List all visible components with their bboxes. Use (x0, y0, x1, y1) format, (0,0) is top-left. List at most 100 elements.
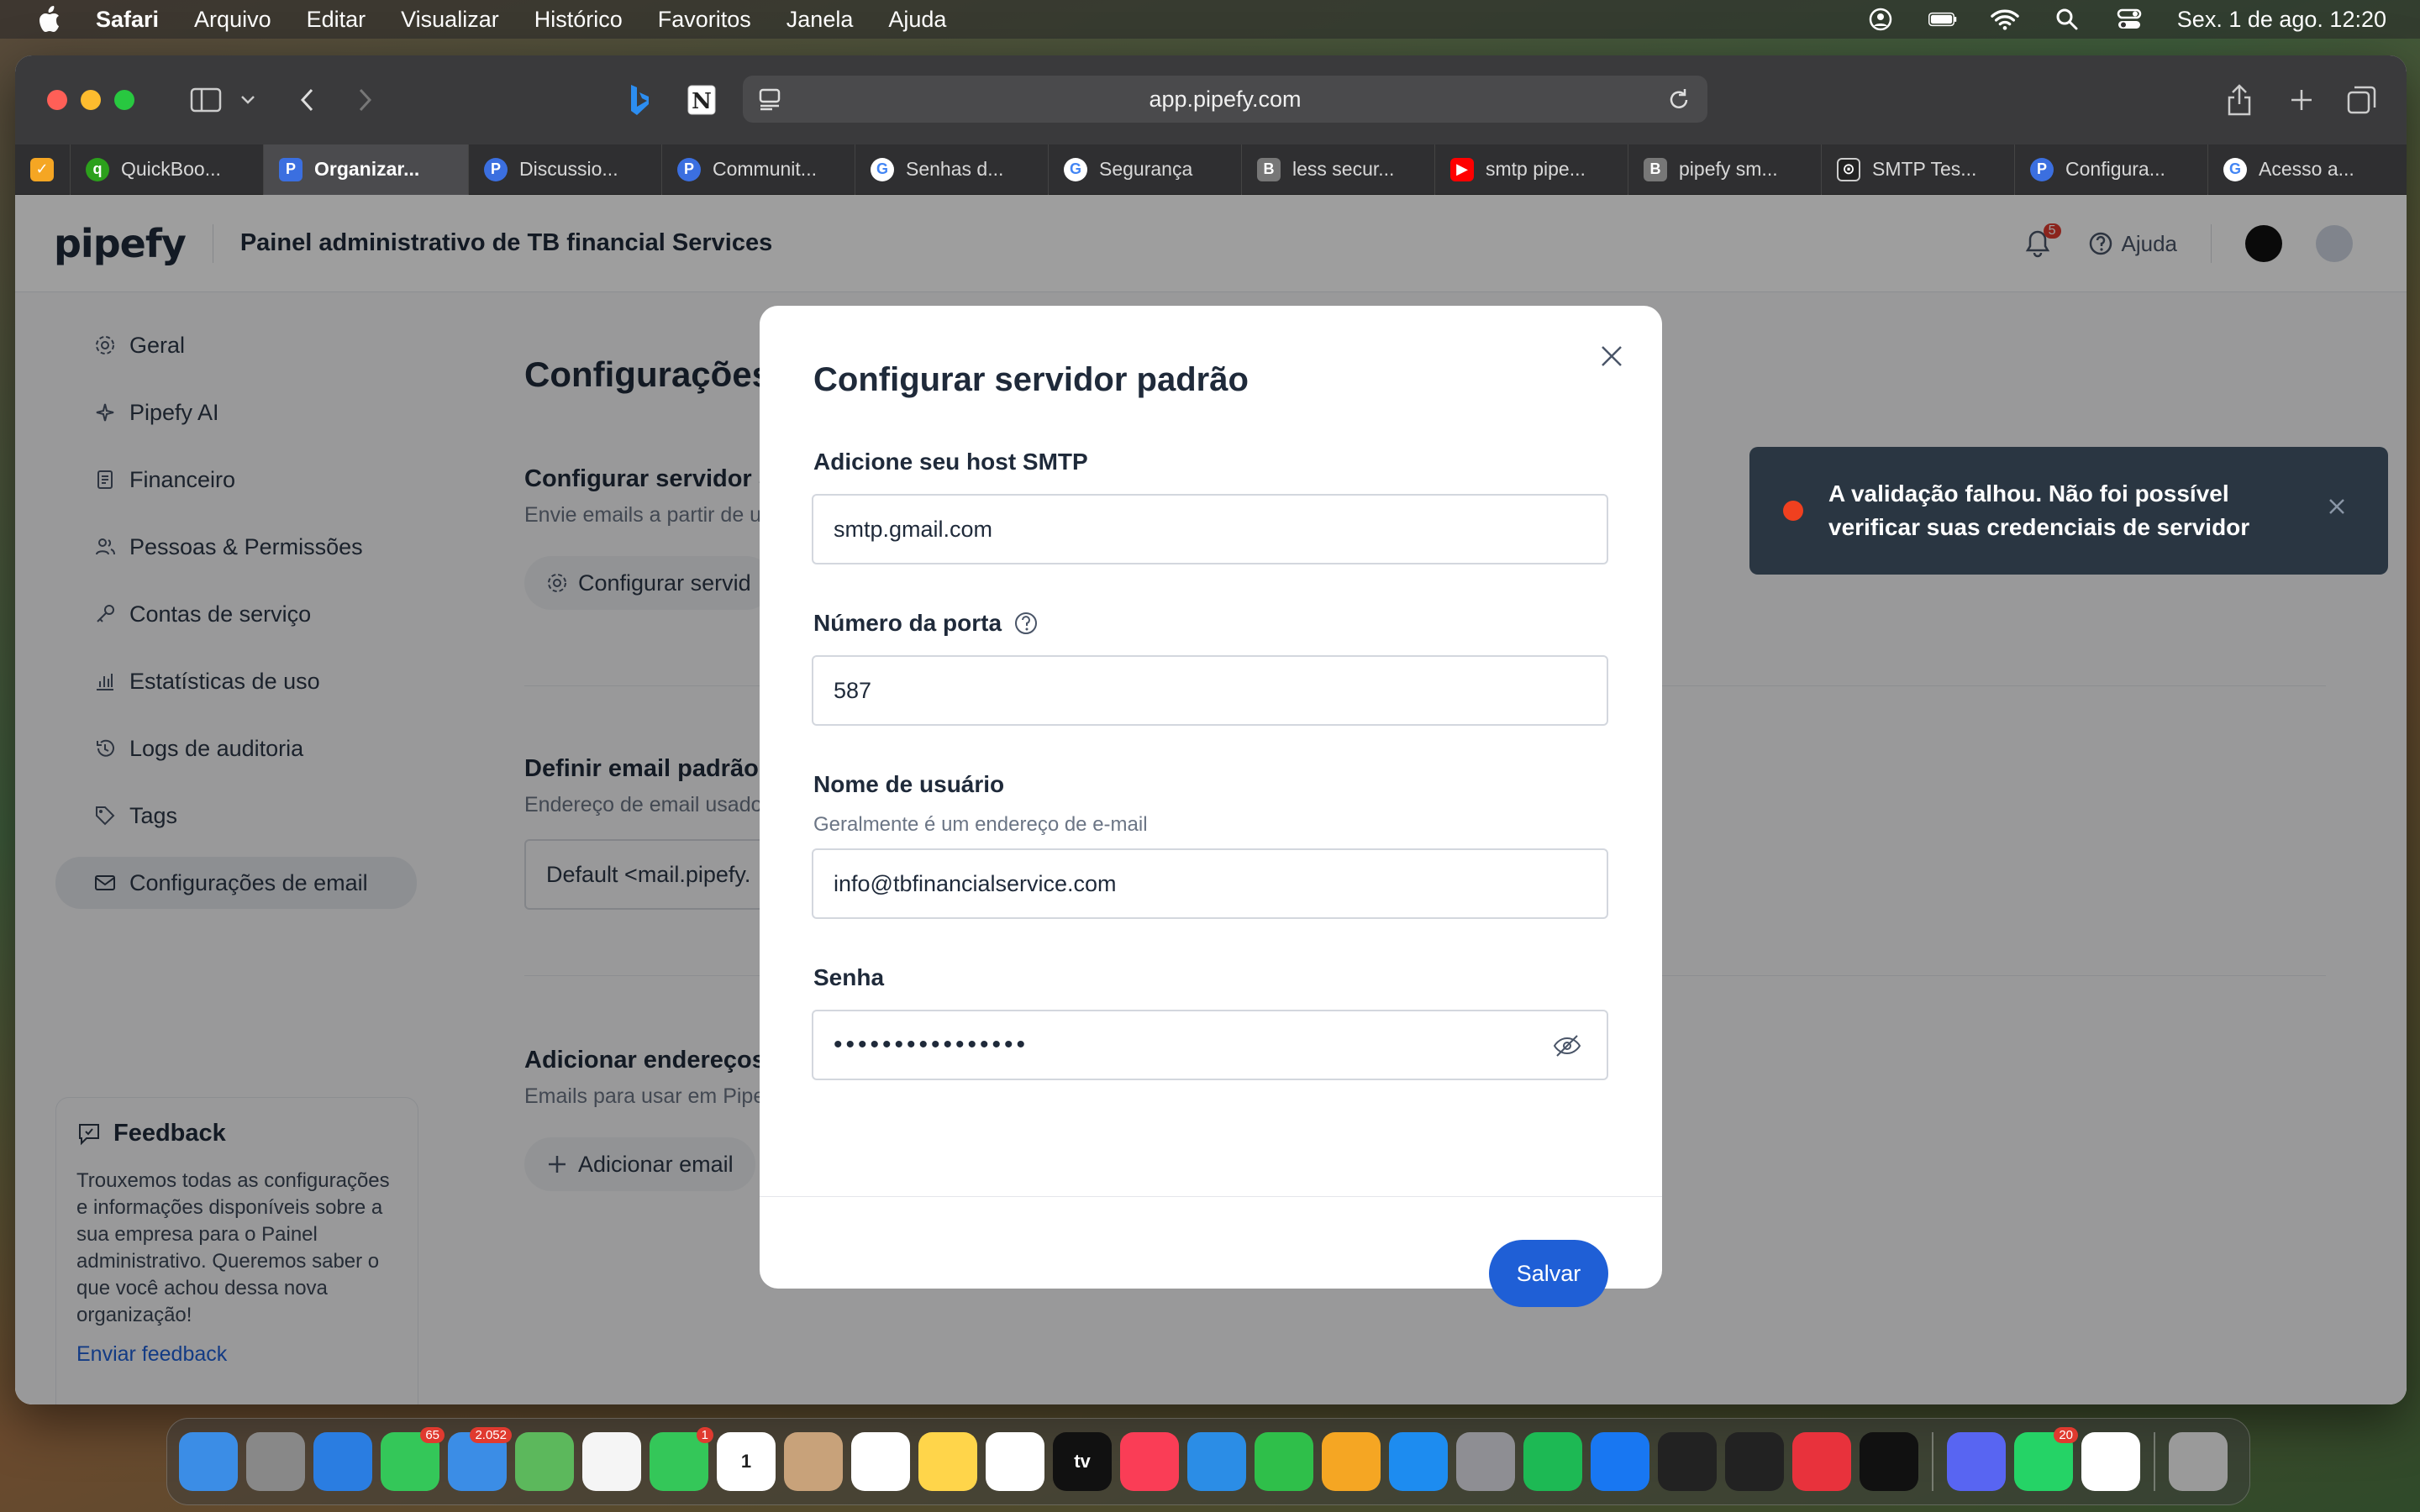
safari-tab-icon: ✓ (30, 157, 54, 181)
pipefy-icon: P (677, 157, 701, 181)
tab-1[interactable]: q QuickBoo... (71, 144, 264, 195)
address-bar[interactable]: app.pipefy.com (743, 76, 1707, 123)
tab-5[interactable]: G Senhas d... (855, 144, 1049, 195)
dock-maps-icon[interactable] (515, 1432, 574, 1491)
menu-janela[interactable]: Janela (786, 7, 854, 33)
pipefy-icon: P (484, 157, 508, 181)
password-value: •••••••••••••••• (834, 1031, 1029, 1058)
tab-12[interactable]: G Acesso a... (2208, 144, 2398, 195)
dock-system-settings-icon[interactable] (1456, 1432, 1515, 1491)
dock-numbers-icon[interactable] (1255, 1432, 1313, 1491)
page-menu-icon[interactable] (758, 87, 781, 117)
close-window-button[interactable] (47, 90, 67, 110)
user-account-icon[interactable] (1866, 8, 1895, 31)
menubar-datetime[interactable]: Sex. 1 de ago. 12:20 (2177, 7, 2386, 33)
minimize-window-button[interactable] (81, 90, 101, 110)
tab-8[interactable]: ▶ smtp pipe... (1435, 144, 1628, 195)
dock-badge: 20 (2054, 1427, 2078, 1443)
username-input[interactable]: info@tbfinancialservice.com (812, 848, 1608, 919)
dock-facetime-icon[interactable]: 1 (650, 1427, 713, 1491)
port-input[interactable]: 587 (812, 655, 1608, 726)
forward-arrow-icon[interactable] (345, 79, 387, 121)
apple-menu-icon[interactable] (32, 3, 66, 36)
tab-6[interactable]: G Segurança (1049, 144, 1242, 195)
password-label: Senha (813, 964, 884, 991)
dock-notes-icon[interactable] (918, 1432, 977, 1491)
tab-0[interactable]: ✓ (15, 144, 71, 195)
back-arrow-icon[interactable] (286, 79, 328, 121)
tab-2[interactable]: P Organizar... (264, 144, 469, 195)
reload-icon[interactable] (1667, 87, 1691, 118)
dock-pages-icon[interactable] (1322, 1432, 1381, 1491)
menu-arquivo[interactable]: Arquivo (194, 7, 271, 33)
dock-launchpad-icon[interactable] (246, 1432, 305, 1491)
url-text[interactable]: app.pipefy.com (1149, 87, 1301, 113)
dock-mail-icon[interactable]: 2.052 (448, 1427, 512, 1491)
tab-4[interactable]: P Communit... (662, 144, 855, 195)
notion-extension-icon[interactable]: N (681, 79, 723, 121)
tab-3[interactable]: P Discussio... (469, 144, 662, 195)
dock-acrobat-icon[interactable] (1658, 1432, 1717, 1491)
menu-editar[interactable]: Editar (307, 7, 366, 33)
save-button[interactable]: Salvar (1489, 1240, 1608, 1307)
password-input[interactable]: •••••••••••••••• (812, 1010, 1608, 1080)
menu-ajuda[interactable]: Ajuda (888, 7, 946, 33)
label-text: Senha (813, 964, 885, 990)
eye-off-icon[interactable] (1553, 1033, 1581, 1065)
new-tab-plus-icon[interactable] (2281, 79, 2323, 121)
spotlight-search-icon[interactable] (2053, 8, 2081, 31)
dock-whatsapp-icon[interactable]: 20 (2014, 1427, 2078, 1491)
dock-photos-icon[interactable] (582, 1432, 641, 1491)
battery-icon[interactable] (1928, 8, 1957, 31)
dock-discord-icon[interactable] (1947, 1432, 2006, 1491)
dock-music-icon[interactable] (1120, 1432, 1179, 1491)
menu-visualizar[interactable]: Visualizar (401, 7, 499, 33)
modal-footer-divider (760, 1196, 1662, 1197)
close-toast-icon[interactable] (2328, 497, 2346, 520)
dock-deezer-app-icon[interactable] (1792, 1432, 1851, 1491)
dock-app-store-icon[interactable] (1389, 1432, 1448, 1491)
sidebar-toggle-icon[interactable] (185, 79, 227, 121)
dock-badge: 2.052 (470, 1427, 512, 1443)
tab-label: QuickBoo... (121, 158, 221, 180)
tab-7[interactable]: B less secur... (1242, 144, 1435, 195)
chevron-down-icon[interactable] (227, 79, 269, 121)
google-icon: G (1064, 157, 1087, 181)
dock-tv-icon[interactable]: tv (1053, 1432, 1112, 1491)
zoom-window-button[interactable] (114, 90, 134, 110)
macos-menubar: Safari Arquivo Editar Visualizar Históri… (0, 0, 2420, 39)
smtp-host-input[interactable]: smtp.gmail.com (812, 494, 1608, 564)
wifi-icon[interactable] (1991, 8, 2019, 31)
dock-messages-icon[interactable]: 65 (381, 1427, 445, 1491)
tab-bar: ✓ q QuickBoo... P Organizar... P Discuss… (15, 144, 2407, 195)
tab-9[interactable]: B pipefy sm... (1628, 144, 1822, 195)
dock-contacts-icon[interactable] (784, 1432, 843, 1491)
dock-facebook-icon[interactable] (1591, 1432, 1649, 1491)
menu-favoritos[interactable]: Favoritos (658, 7, 751, 33)
dock-calendar-icon[interactable]: 1 (717, 1432, 776, 1491)
svg-text:N: N (692, 89, 712, 114)
tab-10[interactable]: ⊙ SMTP Tes... (1822, 144, 2015, 195)
dock-reminders-icon[interactable] (851, 1432, 910, 1491)
dock-sketch-app-icon[interactable] (1725, 1432, 1784, 1491)
tab-overview-icon[interactable] (2341, 79, 2383, 121)
dock-trash-icon[interactable] (2169, 1432, 2228, 1491)
dock-freeform-icon[interactable] (986, 1432, 1044, 1491)
dock-finder-icon[interactable] (179, 1432, 238, 1491)
control-center-icon[interactable] (2115, 8, 2144, 31)
question-circle-icon[interactable] (1013, 611, 1039, 636)
share-icon[interactable] (2218, 79, 2260, 121)
menu-app-name[interactable]: Safari (96, 7, 159, 33)
close-modal-button[interactable] (1593, 338, 1630, 375)
dock-triangle-app-icon[interactable] (1860, 1432, 1918, 1491)
dock-keynote-icon[interactable] (1187, 1432, 1246, 1491)
modal-title: Configurar servidor padrão (813, 361, 1249, 398)
bing-extension-icon[interactable] (618, 79, 660, 121)
dock-chrome-icon[interactable] (2081, 1432, 2140, 1491)
dock-safari-icon[interactable] (313, 1432, 372, 1491)
dock-spotify-icon[interactable] (1523, 1432, 1582, 1491)
tab-label: pipefy sm... (1679, 158, 1778, 180)
tab-label: Configura... (2065, 158, 2165, 180)
menu-historico[interactable]: Histórico (534, 7, 623, 33)
tab-11[interactable]: P Configura... (2015, 144, 2208, 195)
